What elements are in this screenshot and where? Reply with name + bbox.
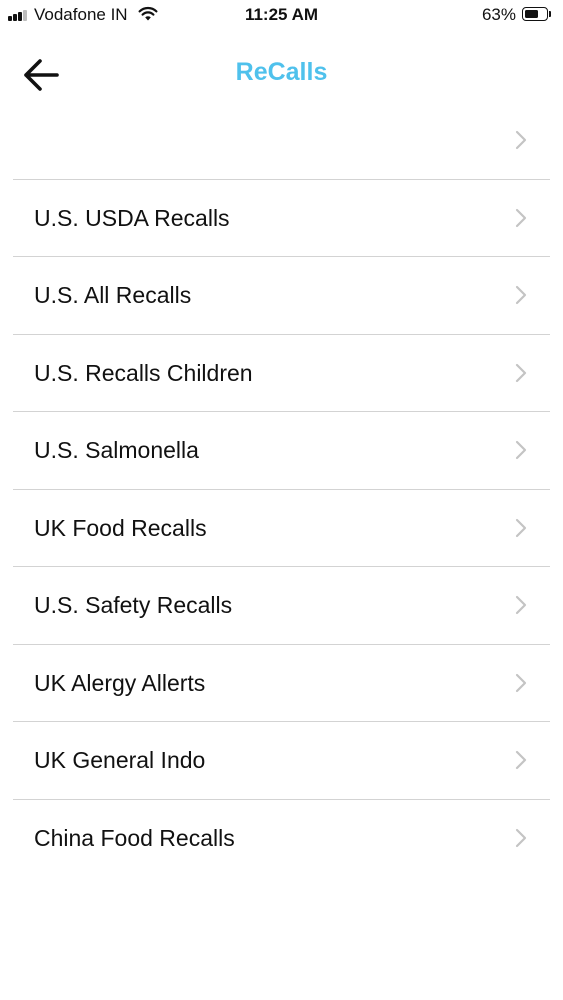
list-item-label: U.S. USDA Recalls	[34, 204, 230, 231]
list-item[interactable]: U.S. All Recalls	[0, 257, 563, 334]
chevron-right-icon	[515, 441, 527, 460]
chevron-right-icon	[515, 828, 527, 847]
chevron-right-icon	[515, 363, 527, 382]
chevron-right-icon	[515, 751, 527, 770]
battery-icon	[522, 7, 552, 21]
list-item[interactable]: China Food Recalls	[0, 800, 563, 877]
page-title: ReCalls	[235, 58, 328, 86]
chevron-right-icon	[515, 286, 527, 305]
list-item[interactable]: U.S. Safety Recalls	[0, 567, 563, 644]
recall-category-list: U.S. USDA Recalls U.S. All Recalls U.S. Re…	[0, 102, 563, 876]
list-item-label: U.S. Recalls Children	[34, 359, 253, 386]
chevron-right-icon	[515, 518, 527, 537]
chevron-right-icon	[515, 208, 527, 227]
list-item[interactable]: U.S. USDA Recalls	[0, 180, 563, 257]
list-item-label: UK Alergy Allerts	[34, 669, 206, 696]
chevron-right-icon	[515, 131, 527, 150]
battery-percent: 63%	[481, 5, 516, 24]
list-item-label: U.S. Salmonella	[34, 437, 199, 464]
list-item-label: U.S. All Recalls	[34, 282, 192, 309]
list-item[interactable]: UK Alergy Allerts	[0, 645, 563, 722]
list-item[interactable]	[0, 102, 563, 179]
list-item[interactable]: UK Food Recalls	[0, 490, 563, 567]
status-bar: Vodafone IN 11:25 AM 63%	[0, 0, 563, 30]
list-item-label: UK General Indo	[34, 747, 206, 774]
list-item-label: China Food Recalls	[34, 824, 235, 851]
list-item[interactable]: U.S. Salmonella	[0, 412, 563, 489]
list-item-label: UK Food Recalls	[34, 514, 207, 541]
list-item[interactable]: UK General Indo	[0, 722, 563, 799]
list-item-label: U.S. Safety Recalls	[34, 592, 233, 619]
list-item[interactable]: U.S. Recalls Children	[0, 335, 563, 412]
chevron-right-icon	[515, 673, 527, 692]
status-time: 11:25 AM	[244, 5, 319, 24]
battery-level	[525, 10, 538, 18]
chevron-right-icon	[515, 596, 527, 615]
